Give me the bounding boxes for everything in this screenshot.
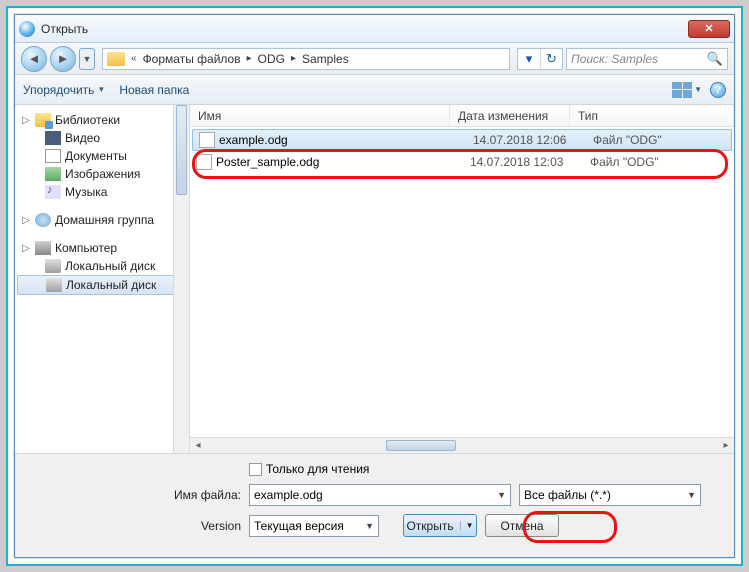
file-row[interactable]: example.odg 14.07.2018 12:06 Файл "ODG" <box>192 129 732 151</box>
breadcrumb-item[interactable]: ODG <box>254 49 289 69</box>
organize-button[interactable]: Упорядочить▼ <box>23 83 105 97</box>
back-button[interactable]: ◄ <box>21 46 47 72</box>
file-icon <box>196 154 212 170</box>
version-select[interactable]: Текущая версия▼ <box>249 515 379 537</box>
navigation-tree: ▷Библиотеки Видео Документы Изображения … <box>15 105 190 453</box>
column-date[interactable]: Дата изменения <box>450 105 570 126</box>
tree-disk-selected[interactable]: Локальный диск <box>17 275 187 295</box>
breadcrumb-item[interactable]: Samples <box>298 49 353 69</box>
file-icon <box>199 132 215 148</box>
forward-button[interactable]: ► <box>50 46 76 72</box>
tree-music[interactable]: Музыка <box>15 183 189 201</box>
tree-images[interactable]: Изображения <box>15 165 189 183</box>
column-name[interactable]: Имя <box>190 105 450 126</box>
column-type[interactable]: Тип <box>570 105 734 126</box>
open-button[interactable]: Открыть▼ <box>403 514 477 537</box>
tree-video[interactable]: Видео <box>15 129 189 147</box>
readonly-label: Только для чтения <box>266 462 369 476</box>
breadcrumb-item[interactable]: Форматы файлов <box>139 49 245 69</box>
tree-documents[interactable]: Документы <box>15 147 189 165</box>
file-pane: Имя Дата изменения Тип example.odg 14.07… <box>190 105 734 453</box>
filename-input[interactable]: example.odg▼ <box>249 484 511 506</box>
column-headers: Имя Дата изменения Тип <box>190 105 734 127</box>
horizontal-scrollbar[interactable]: ◂▸ <box>190 437 734 453</box>
tree-disk[interactable]: Локальный диск <box>15 257 189 275</box>
titlebar: Открыть ✕ <box>15 15 734 43</box>
help-icon[interactable]: ? <box>710 82 726 98</box>
cancel-button[interactable]: Отмена <box>485 514 559 537</box>
tree-computer[interactable]: ▷Компьютер <box>15 239 189 257</box>
navigation-bar: ◄ ► ▼ « Форматы файлов ▸ ODG ▸ Samples ▾… <box>15 43 734 75</box>
search-icon: 🔍 <box>707 51 723 67</box>
view-mode-button[interactable]: ▼ <box>672 82 702 98</box>
toolbar: Упорядочить▼ Новая папка ▼ ? <box>15 75 734 105</box>
sidebar-scrollbar[interactable] <box>173 105 189 453</box>
new-folder-button[interactable]: Новая папка <box>119 83 189 97</box>
window-title: Открыть <box>41 22 688 36</box>
version-label: Version <box>27 519 241 533</box>
close-button[interactable]: ✕ <box>688 20 730 38</box>
tree-homegroup[interactable]: ▷Домашняя группа <box>15 211 189 229</box>
bottom-panel: Только для чтения Имя файла: example.odg… <box>15 453 734 557</box>
refresh-button[interactable]: ↻ <box>540 49 562 69</box>
file-row[interactable]: Poster_sample.odg 14.07.2018 12:03 Файл … <box>190 151 734 173</box>
breadcrumb-dropdown[interactable]: ▾ <box>518 49 540 69</box>
tree-libraries[interactable]: ▷Библиотеки <box>15 111 189 129</box>
refresh-group: ▾ ↻ <box>517 48 563 70</box>
filetype-filter[interactable]: Все файлы (*.*)▼ <box>519 484 701 506</box>
readonly-checkbox[interactable] <box>249 463 262 476</box>
search-placeholder: Поиск: Samples <box>571 52 658 66</box>
history-dropdown[interactable]: ▼ <box>79 48 95 70</box>
search-input[interactable]: Поиск: Samples 🔍 <box>566 48 728 70</box>
file-list: example.odg 14.07.2018 12:06 Файл "ODG" … <box>190 127 734 173</box>
folder-icon <box>107 52 125 66</box>
filename-label: Имя файла: <box>27 488 241 502</box>
breadcrumb[interactable]: « Форматы файлов ▸ ODG ▸ Samples <box>102 48 510 70</box>
app-icon <box>19 21 35 37</box>
